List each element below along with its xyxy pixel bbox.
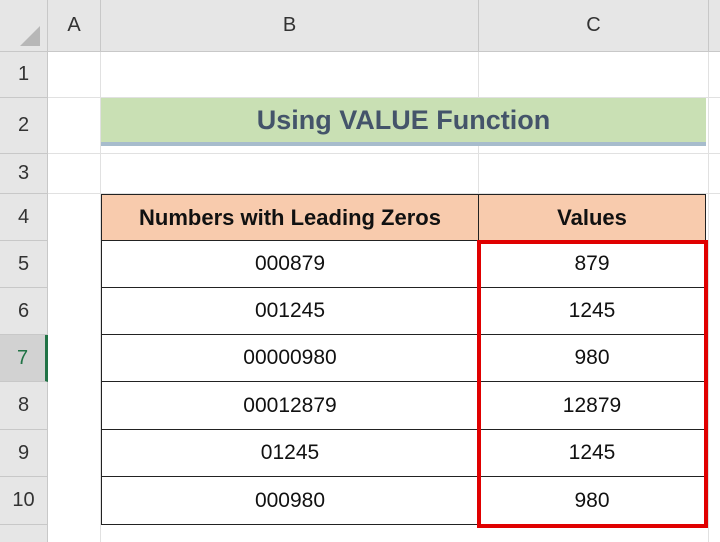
row-header-1[interactable]: 1: [0, 52, 48, 98]
table-cell-number[interactable]: 00012879: [101, 382, 479, 430]
table-cell-number[interactable]: 000879: [101, 241, 479, 288]
row-header-11-partial[interactable]: [0, 525, 48, 542]
column-header-c[interactable]: C: [479, 0, 709, 52]
row-header-3[interactable]: 3: [0, 154, 48, 194]
column-header-d-partial[interactable]: [709, 0, 720, 52]
table-cell-number[interactable]: 01245: [101, 430, 479, 477]
column-header-a[interactable]: A: [48, 0, 101, 52]
column-header-b[interactable]: B: [101, 0, 479, 52]
table-cell-value[interactable]: 879: [479, 241, 706, 288]
row-header-4[interactable]: 4: [0, 194, 48, 241]
sheet-title[interactable]: Using VALUE Function: [101, 98, 706, 146]
table-cell-number[interactable]: 00000980: [101, 335, 479, 382]
table-cell-value[interactable]: 1245: [479, 430, 706, 477]
table-cell-value[interactable]: 980: [479, 477, 706, 525]
table-cell-number[interactable]: 000980: [101, 477, 479, 525]
gridline: [48, 153, 720, 154]
row-header-10[interactable]: 10: [0, 477, 48, 525]
table-cell-value[interactable]: 1245: [479, 288, 706, 335]
row-header-2[interactable]: 2: [0, 98, 48, 154]
table-header-numbers[interactable]: Numbers with Leading Zeros: [101, 194, 479, 241]
row-header-5[interactable]: 5: [0, 241, 48, 288]
select-all-triangle-icon: [20, 26, 40, 46]
table-cell-value[interactable]: 12879: [479, 382, 706, 430]
gridline: [708, 52, 709, 542]
row-header-7[interactable]: 7: [0, 335, 48, 382]
table-header-values[interactable]: Values: [479, 194, 706, 241]
table-cell-number[interactable]: 001245: [101, 288, 479, 335]
row-header-9[interactable]: 9: [0, 430, 48, 477]
row-header-6[interactable]: 6: [0, 288, 48, 335]
row-header-8[interactable]: 8: [0, 382, 48, 430]
table-cell-value[interactable]: 980: [479, 335, 706, 382]
